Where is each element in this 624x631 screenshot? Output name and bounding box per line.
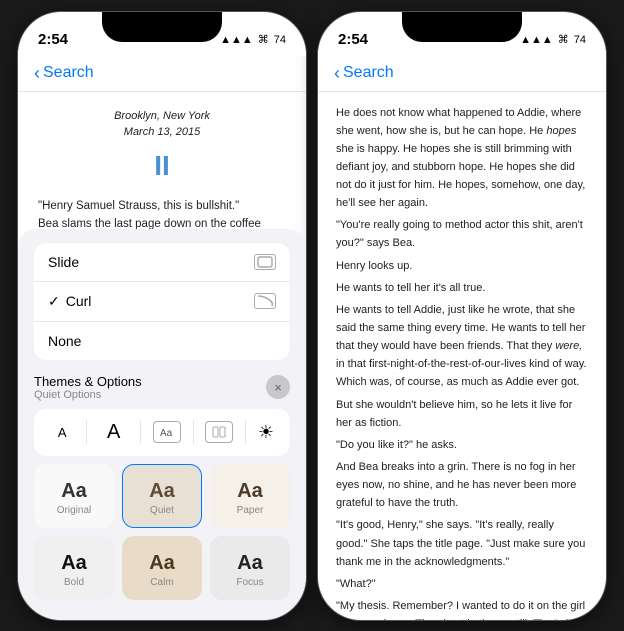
right-para-11: "My thesis. Remember? I wanted to do it … — [336, 597, 588, 620]
right-nav-bar: ‹ Search — [318, 56, 606, 92]
right-para-1: He does not know what happened to Addie,… — [336, 104, 588, 213]
theme-paper-label: Paper — [237, 505, 264, 516]
right-notch — [402, 12, 522, 42]
left-nav-bar: ‹ Search — [18, 56, 306, 92]
book-date: March 13, 2015 — [124, 126, 200, 138]
none-label: None — [48, 333, 81, 349]
left-back-label: Search — [43, 64, 94, 82]
battery-icon: 74 — [274, 34, 286, 46]
right-para-6: But she wouldn't believe him, so he lets… — [336, 396, 588, 432]
none-icon — [254, 333, 276, 349]
right-book-content: He does not know what happened to Addie,… — [318, 92, 606, 621]
typo-divider-4 — [245, 420, 246, 444]
theme-grid: Aa Original Aa Quiet Aa Paper Aa Bold Aa — [18, 464, 306, 610]
left-phone: 2:54 ▲▲▲ ⌘ 74 ‹ Search Brooklyn, New Yor… — [17, 11, 307, 621]
themes-title-group: Themes & Options Quiet Options — [34, 374, 142, 401]
book-location: Brooklyn, New York — [114, 110, 210, 122]
right-phone: 2:54 ▲▲▲ ⌘ 74 ‹ Search He does not know … — [317, 11, 607, 621]
theme-bold[interactable]: Aa Bold — [34, 536, 114, 600]
theme-original-label: Original — [57, 505, 91, 516]
slide-options: Slide ✓ Curl None — [34, 243, 290, 360]
theme-original[interactable]: Aa Original — [34, 464, 114, 528]
chapter-numeral: II — [38, 145, 286, 187]
book-title-area: Brooklyn, New York March 13, 2015 II — [38, 108, 286, 187]
theme-focus[interactable]: Aa Focus — [210, 536, 290, 600]
right-para-7: "Do you like it?" he asks. — [336, 436, 588, 454]
right-para-5: He wants to tell Addie, just like he wro… — [336, 301, 588, 392]
right-back-label: Search — [343, 64, 394, 82]
font-style-button[interactable]: Aa — [153, 421, 181, 443]
book-para1: "Henry Samuel Strauss, this is bullshit.… — [38, 197, 286, 215]
theme-focus-aa: Aa — [237, 552, 263, 575]
wifi-icon: ⌘ — [258, 33, 269, 46]
theme-bold-aa: Aa — [61, 552, 87, 575]
theme-bold-label: Bold — [64, 577, 84, 588]
close-button[interactable]: × — [266, 375, 290, 399]
right-status-bar: 2:54 ▲▲▲ ⌘ 74 — [318, 12, 606, 56]
theme-calm[interactable]: Aa Calm — [122, 536, 202, 600]
right-back-button[interactable]: ‹ Search — [334, 63, 394, 84]
slide-option-none[interactable]: None — [34, 322, 290, 360]
right-status-icons: ▲▲▲ ⌘ 74 — [520, 33, 586, 46]
left-notch — [102, 12, 222, 42]
right-signal-icon: ▲▲▲ — [520, 34, 553, 46]
curl-icon — [254, 293, 276, 309]
theme-focus-label: Focus — [236, 577, 263, 588]
right-battery-icon: 74 — [574, 34, 586, 46]
right-wifi-icon: ⌘ — [558, 33, 569, 46]
right-para-8: And Bea breaks into a grin. There is no … — [336, 458, 588, 512]
slide-option-slide[interactable]: Slide — [34, 243, 290, 282]
slide-label: Slide — [48, 254, 79, 270]
svg-text:Aa: Aa — [160, 428, 173, 438]
slide-icon — [254, 254, 276, 270]
font-size-decrease[interactable]: A — [50, 421, 75, 444]
left-back-button[interactable]: ‹ Search — [34, 63, 94, 84]
theme-quiet-label: Quiet — [150, 505, 174, 516]
theme-original-aa: Aa — [61, 480, 87, 503]
right-para-3: Henry looks up. — [336, 257, 588, 275]
typo-divider-2 — [140, 420, 141, 444]
right-para-4: He wants to tell her it's all true. — [336, 279, 588, 297]
theme-quiet-aa: Aa — [149, 480, 175, 503]
left-time: 2:54 — [38, 31, 68, 48]
theme-quiet[interactable]: Aa Quiet — [122, 464, 202, 528]
curl-checkmark: ✓ — [48, 293, 60, 310]
theme-paper-aa: Aa — [237, 480, 263, 503]
layout-button[interactable] — [205, 421, 233, 443]
theme-calm-aa: Aa — [149, 552, 175, 575]
phones-container: 2:54 ▲▲▲ ⌘ 74 ‹ Search Brooklyn, New Yor… — [17, 11, 607, 621]
signal-icon: ▲▲▲ — [220, 34, 253, 46]
themes-subtitle: Quiet Options — [34, 389, 142, 401]
right-time: 2:54 — [338, 31, 368, 48]
font-size-increase[interactable]: A — [99, 417, 128, 448]
right-para-10: "What?" — [336, 575, 588, 593]
typo-divider-1 — [86, 420, 87, 444]
slide-option-curl[interactable]: ✓ Curl — [34, 282, 290, 322]
right-back-chevron-icon: ‹ — [334, 63, 340, 84]
theme-calm-label: Calm — [150, 577, 173, 588]
themes-title: Themes & Options — [34, 374, 142, 389]
curl-label: Curl — [66, 293, 92, 309]
brightness-button[interactable]: ☀ — [258, 422, 274, 443]
themes-header: Themes & Options Quiet Options × — [18, 368, 306, 409]
left-status-icons: ▲▲▲ ⌘ 74 — [220, 33, 286, 46]
theme-paper[interactable]: Aa Paper — [210, 464, 290, 528]
left-back-chevron-icon: ‹ — [34, 63, 40, 84]
overlay-panel: Slide ✓ Curl None — [18, 229, 306, 620]
right-para-9: "It's good, Henry," she says. "It's real… — [336, 516, 588, 570]
typo-divider-3 — [193, 420, 194, 444]
typography-controls: A A Aa ☀ — [34, 409, 290, 456]
right-para-2: "You're really going to method actor thi… — [336, 216, 588, 252]
left-status-bar: 2:54 ▲▲▲ ⌘ 74 — [18, 12, 306, 56]
